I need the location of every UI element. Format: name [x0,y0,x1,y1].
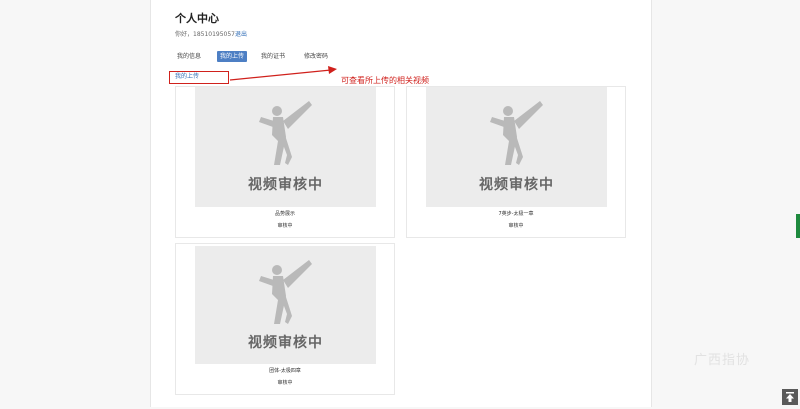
watermark: 广西指协 [694,353,751,368]
tab-my-certificates[interactable]: 我的证书 [259,51,287,62]
review-status-label: 视频审核中 [479,177,554,193]
annotation-text: 可查看所上传的相关视频 [341,76,429,85]
taekwondo-kick-icon [259,260,312,324]
video-status: 审核中 [277,223,293,229]
video-status: 审核中 [277,380,293,386]
page-title: 个人中心 [175,12,219,25]
video-card[interactable]: 视频审核中 团体-太极四章 审核中 [175,243,395,395]
subtab-my-uploads[interactable]: 我的上传 [169,71,229,84]
tab-change-password[interactable]: 修改密码 [302,51,330,62]
taekwondo-kick-icon [490,101,543,165]
taekwondo-kick-icon [259,101,312,165]
video-thumbnail[interactable]: 视频审核中 [195,246,376,364]
video-thumbnail[interactable]: 视频审核中 [195,87,376,207]
annotation-arrow [229,66,337,81]
video-name: 7英步-太极一章 [498,211,534,217]
logout-link[interactable]: 退出 [235,31,247,38]
user-greeting: 你好，18510195057退出 [175,29,247,38]
video-status: 审核中 [508,223,524,229]
review-status-label: 视频审核中 [248,335,323,351]
video-name: 团体-太极四章 [269,368,301,374]
side-float-tab[interactable] [796,214,800,238]
tab-my-info[interactable]: 我的信息 [175,51,203,62]
back-to-top-button[interactable] [782,389,798,405]
tab-my-uploads[interactable]: 我的上传 [217,51,247,62]
review-status-label: 视频审核中 [248,177,323,193]
arrow-up-icon [786,392,794,402]
video-card[interactable]: 视频审核中 7英步-太极一章 审核中 [406,86,626,238]
video-thumbnail[interactable]: 视频审核中 [426,87,607,207]
video-name: 品势展示 [274,211,295,217]
greeting-text: 你好，18510195057 [175,31,235,38]
video-card[interactable]: 视频审核中 品势展示 审核中 [175,86,395,238]
